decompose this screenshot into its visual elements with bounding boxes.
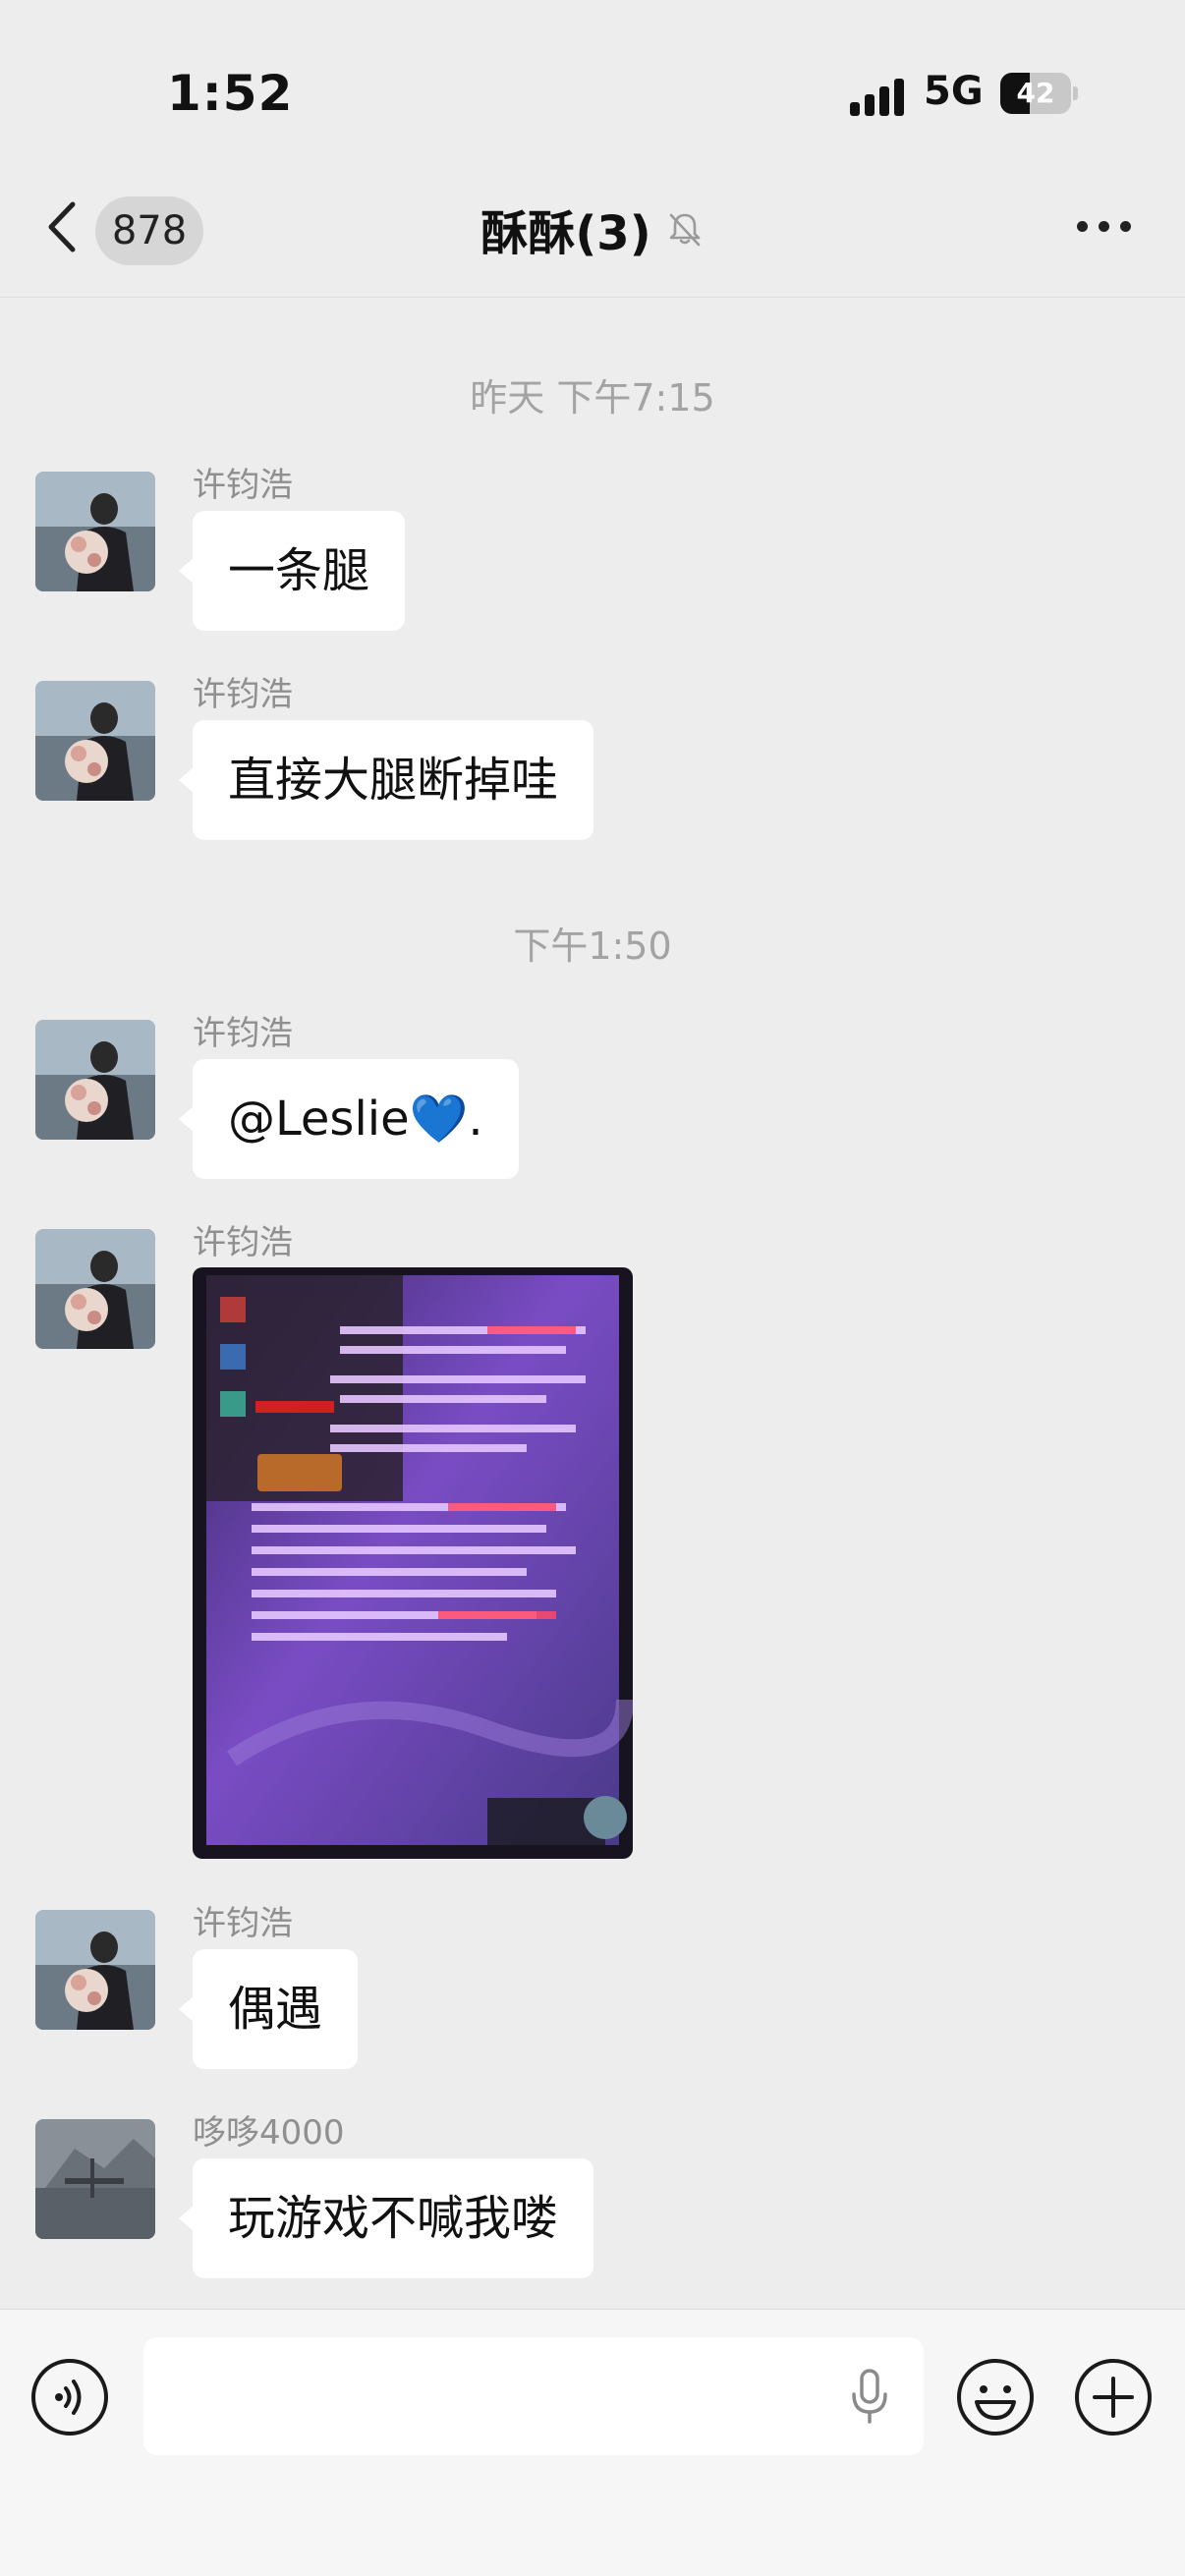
sender-name: 哆哆4000: [193, 2113, 345, 2153]
chat-title: 酥酥(3): [480, 206, 651, 261]
timestamp: 昨天 下午7:15: [470, 376, 715, 420]
mic-icon[interactable]: [845, 2367, 894, 2426]
message-bubble[interactable]: 玩游戏不喊我喽: [178, 2158, 594, 2278]
sender-name: 许钧浩: [193, 675, 293, 714]
avatar-xujunhao[interactable]: [35, 472, 155, 591]
avatar-xujunhao[interactable]: [35, 1910, 155, 2030]
sender-name: 许钧浩: [193, 1014, 293, 1053]
plus-icon[interactable]: [1073, 2357, 1154, 2437]
message-bubble[interactable]: 直接大腿断掉哇: [178, 720, 594, 840]
mention-text: @Leslie: [228, 1092, 410, 1147]
network-label: 5G: [924, 69, 984, 114]
avatar-xujunhao[interactable]: [35, 1020, 155, 1140]
game-screenshot-image[interactable]: [193, 1267, 633, 1859]
status-bar: 1:52 5G 42: [0, 0, 1185, 157]
sender-name: 许钧浩: [193, 466, 293, 505]
mention-suffix: .: [468, 1092, 483, 1147]
emoji-icon[interactable]: [955, 2357, 1036, 2437]
voice-icon[interactable]: [29, 2357, 110, 2437]
message-bubble[interactable]: 一条腿: [178, 511, 406, 631]
chat-title-area: 酥酥(3): [0, 195, 1185, 263]
status-time: 1:52: [167, 65, 294, 122]
battery-percent: 42: [1016, 77, 1055, 109]
signal-icon: [850, 79, 907, 116]
input-bar: [0, 2309, 1185, 2576]
timestamp: 下午1:50: [513, 924, 672, 968]
sender-name: 许钧浩: [193, 1223, 293, 1262]
battery-icon: 42: [1000, 73, 1078, 116]
message-bubble[interactable]: 偶遇: [178, 1949, 359, 2069]
mute-bell-icon: [669, 213, 700, 247]
message-bubble-mention[interactable]: @Leslie💙.: [179, 1059, 519, 1179]
avatar-xujunhao[interactable]: [35, 1229, 155, 1349]
avatar-xujunhao[interactable]: [35, 681, 155, 801]
blue-heart-icon: 💙: [409, 1092, 469, 1147]
chat-screen: 1:52 5G 42 878 酥酥(3) 昨天 下午7:15 许钧浩 一条腿 许…: [0, 0, 1185, 2576]
more-dots-icon[interactable]: [1069, 206, 1138, 246]
sender-name: 许钧浩: [193, 1904, 293, 1943]
avatar-duoduo[interactable]: [35, 2119, 155, 2239]
nav-bar: 878 酥酥(3): [0, 157, 1185, 298]
message-input[interactable]: [143, 2337, 924, 2455]
